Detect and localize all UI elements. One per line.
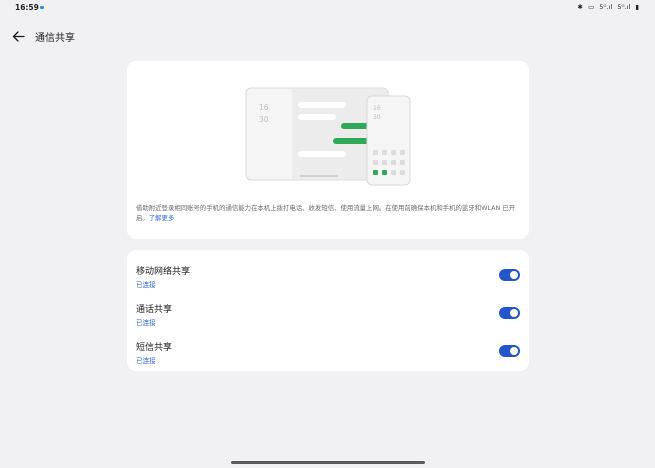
- page-title: 通信共享: [35, 33, 75, 44]
- home-indicator[interactable]: [231, 461, 425, 464]
- toggle-knob: [510, 347, 518, 355]
- row-status: 已连接: [136, 357, 156, 365]
- sms-sharing-toggle[interactable]: [499, 345, 520, 357]
- tablet-clock-min: 30: [259, 115, 269, 124]
- sharing-illustration: 16 30 16 30: [245, 87, 411, 186]
- row-title: 短信共享: [136, 343, 173, 353]
- nfc-icon: ▭: [588, 3, 595, 11]
- phone-clock-min: 30: [373, 114, 381, 121]
- sms-sharing-row[interactable]: 短信共享 已连接: [127, 329, 529, 367]
- description-body: 借助附近登录相同账号的手机的通信能力在本机上拨打电话、收发短信、使用流量上网。在…: [136, 204, 516, 222]
- call-sharing-toggle[interactable]: [499, 307, 520, 319]
- signal-5g-2-icon: 5ᴳ.ıl: [617, 3, 631, 11]
- status-time: 16:59: [15, 3, 39, 12]
- toggle-knob: [510, 271, 518, 279]
- signal-5g-icon: 5ᴳ.ıl: [599, 3, 613, 11]
- toggle-knob: [510, 309, 518, 317]
- tablet-clock-hour: 16: [259, 103, 269, 112]
- learn-more-link[interactable]: 了解更多: [149, 214, 175, 222]
- row-title: 通话共享: [136, 305, 173, 315]
- back-button[interactable]: [9, 27, 27, 45]
- row-title: 移动网络共享: [136, 267, 191, 277]
- header: 通信共享: [0, 24, 655, 50]
- mobile-network-sharing-toggle[interactable]: [499, 269, 520, 281]
- phone-clock-hour: 16: [373, 105, 381, 112]
- description-text: 借助附近登录相同账号的手机的通信能力在本机上拨打电话、收发短信、使用流量上网。在…: [136, 203, 520, 223]
- illustration-card: 16 30 16 30 借助附近登录相同账号的手机的通信能力在本机上拨打电话、收…: [127, 61, 529, 239]
- bluetooth-icon: ✱: [577, 3, 583, 11]
- notification-dot-icon: [40, 6, 44, 9]
- row-status: 已连接: [136, 281, 156, 289]
- call-sharing-row[interactable]: 通话共享 已连接: [127, 291, 529, 329]
- row-status: 已连接: [136, 319, 156, 327]
- arrow-left-icon: [12, 30, 25, 42]
- battery-icon: ▮: [635, 3, 639, 11]
- mobile-network-sharing-row[interactable]: 移动网络共享 已连接: [127, 253, 529, 291]
- sharing-settings-card: 移动网络共享 已连接 通话共享 已连接 短信共享 已连接: [127, 250, 529, 371]
- status-bar: 16:59 ✱ ▭ 5ᴳ.ıl 5ᴳ.ıl ▮: [0, 0, 655, 14]
- status-icons: ✱ ▭ 5ᴳ.ıl 5ᴳ.ıl ▮: [575, 3, 639, 11]
